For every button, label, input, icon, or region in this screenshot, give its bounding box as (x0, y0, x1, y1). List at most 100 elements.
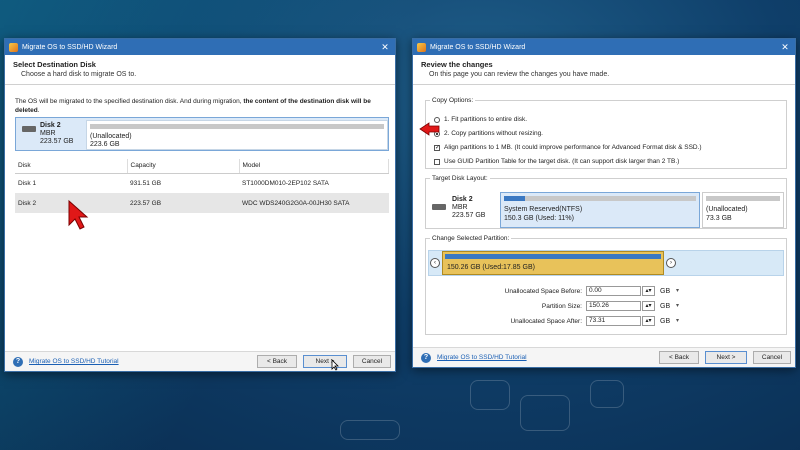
option-copy-without-resizing[interactable]: 2. Copy partitions without resizing. (434, 130, 543, 137)
target-disk-layout-group: Target Disk Layout: Disk 2 MBR 223.57 GB… (425, 175, 787, 229)
option-align-1mb[interactable]: ✓ Align partitions to 1 MB. (It could im… (434, 144, 702, 151)
partition-size: 73.3 GB (706, 215, 732, 222)
checkbox-align-1mb[interactable]: ✓ (434, 144, 440, 151)
left-wizard-window: Migrate OS to SSD/HD Wizard ✕ Select Des… (4, 38, 396, 372)
partition-label: System Reserved(NTFS) (504, 206, 583, 213)
wizard-footer: ? Migrate OS to SSD/HD Tutorial < Back N… (5, 351, 395, 371)
cell-disk: Disk 1 (18, 179, 37, 187)
change-partition-legend: Change Selected Partition: (432, 235, 510, 242)
option-label: 1. Fit partitions to entire disk. (444, 116, 528, 123)
column-header-disk[interactable]: Disk (15, 159, 128, 174)
partition-label: 150.26 GB (Used:17.85 GB) (447, 264, 535, 271)
close-icon[interactable]: ✕ (775, 39, 795, 55)
page-subtitle: Choose a hard disk to migrate OS to. (21, 71, 137, 78)
wizard-header: Select Destination Disk Choose a hard di… (5, 55, 395, 85)
partition-system-reserved[interactable]: System Reserved(NTFS) 150.3 GB (Used: 11… (500, 192, 700, 228)
partition-size: 150.3 GB (Used: 11%) (504, 215, 574, 222)
partition-usage-bar (445, 254, 661, 259)
stepper-partition-size[interactable]: ▴▾ (642, 301, 655, 311)
disk-size: 223.57 GB (40, 138, 74, 145)
partition-bar (706, 196, 780, 201)
right-wizard-window: Migrate OS to SSD/HD Wizard ✕ Review the… (412, 38, 796, 368)
unit-label: GB (660, 303, 671, 310)
label-space-after: Unallocated Space After: (510, 318, 582, 325)
page-subtitle: On this page you can review the changes … (429, 71, 610, 78)
hard-disk-icon (22, 126, 36, 132)
input-space-before[interactable]: 0.00 (586, 286, 641, 296)
partition-label: (Unallocated) (90, 133, 132, 140)
option-label: Align partitions to 1 MB. (It could impr… (444, 144, 702, 151)
help-icon[interactable]: ? (421, 353, 431, 363)
cell-capacity: 223.57 GB (127, 193, 239, 213)
window-title: Migrate OS to SSD/HD Wizard (22, 43, 118, 51)
background-decoration (590, 380, 624, 408)
disk-name: Disk 2 (452, 196, 473, 203)
page-title: Review the changes (421, 60, 493, 69)
hard-disk-icon (432, 204, 446, 210)
move-left-icon[interactable]: ‹ (430, 258, 440, 268)
next-button[interactable]: Next > (705, 351, 747, 364)
partition-label: (Unallocated) (706, 206, 748, 213)
checkbox-use-gpt[interactable] (434, 158, 440, 165)
back-button[interactable]: < Back (659, 351, 699, 364)
table-row[interactable]: Disk 1 931.51 GB ST1000DM010-2EP102 SATA (15, 173, 389, 193)
column-header-model[interactable]: Model (239, 159, 389, 174)
label-partition-size: Partition Size: (541, 303, 582, 310)
input-space-after[interactable]: 73.31 (586, 316, 641, 326)
left-window-titlebar[interactable]: Migrate OS to SSD/HD Wizard ✕ (5, 39, 395, 55)
option-use-gpt[interactable]: Use GUID Partition Table for the target … (434, 158, 679, 165)
option-label: Use GUID Partition Table for the target … (444, 158, 680, 165)
tutorial-link[interactable]: Migrate OS to SSD/HD Tutorial (29, 358, 119, 365)
unit-label: GB (660, 318, 671, 325)
chevron-down-icon[interactable]: ▾ (676, 317, 679, 324)
red-arrow-pointer-icon (419, 122, 440, 136)
disk-name: Disk 2 (40, 122, 61, 129)
cancel-button[interactable]: Cancel (353, 355, 391, 368)
window-title: Migrate OS to SSD/HD Wizard (430, 43, 526, 51)
right-window-titlebar[interactable]: Migrate OS to SSD/HD Wizard ✕ (413, 39, 795, 55)
option-label: 2. Copy partitions without resizing. (444, 130, 543, 137)
close-icon[interactable]: ✕ (375, 39, 395, 55)
app-icon (417, 42, 426, 52)
wizard-header: Review the changes On this page you can … (413, 55, 795, 85)
partition-unallocated[interactable]: (Unallocated) 73.3 GB (702, 192, 784, 228)
disk-size: 223.57 GB (452, 212, 486, 219)
stepper-space-after[interactable]: ▴▾ (642, 316, 655, 326)
selected-disk-card[interactable]: Disk 2 MBR 223.57 GB (Unallocated) 223.6… (15, 117, 389, 151)
partition-bar (90, 124, 384, 129)
target-layout-legend: Target Disk Layout: (432, 175, 488, 182)
background-decoration (470, 380, 510, 410)
copy-options-legend: Copy Options: (432, 97, 474, 104)
help-icon[interactable]: ? (13, 357, 23, 367)
selected-partition-block[interactable]: 150.26 GB (Used:17.85 GB) (442, 251, 664, 275)
migration-warning-note: The OS will be migrated to the specified… (15, 97, 387, 115)
background-decoration (520, 395, 570, 431)
copy-options-group: Copy Options: 1. Fit partitions to entir… (425, 97, 787, 169)
note-text: The OS will be migrated to the specified… (15, 98, 244, 105)
cell-model: ST1000DM010-2EP102 SATA (242, 179, 329, 187)
partition-size: 223.6 GB (90, 141, 120, 148)
wizard-footer: ? Migrate OS to SSD/HD Tutorial < Back N… (413, 347, 795, 367)
red-pointer-icon (68, 199, 89, 230)
page-title: Select Destination Disk (13, 60, 96, 69)
chevron-down-icon[interactable]: ▾ (676, 287, 679, 294)
chevron-down-icon[interactable]: ▾ (676, 302, 679, 309)
cancel-button[interactable]: Cancel (753, 351, 791, 364)
disk-partition-block[interactable]: (Unallocated) 223.6 GB (86, 120, 388, 150)
mouse-cursor-icon (331, 359, 339, 371)
column-header-capacity[interactable]: Capacity (127, 159, 240, 174)
move-right-icon[interactable]: › (666, 258, 676, 268)
back-button[interactable]: < Back (257, 355, 297, 368)
stepper-space-before[interactable]: ▴▾ (642, 286, 655, 296)
partition-used-fill (504, 196, 526, 201)
option-fit-partitions[interactable]: 1. Fit partitions to entire disk. (434, 116, 527, 123)
tutorial-link[interactable]: Migrate OS to SSD/HD Tutorial (437, 354, 527, 361)
cell-model: WDC WDS240G2G0A-00JH30 SATA (239, 193, 389, 213)
note-end: . (37, 107, 40, 114)
table-header-row: Disk Capacity Model (15, 159, 389, 174)
disk-type: MBR (40, 130, 56, 137)
partition-usage-bar (504, 196, 696, 201)
input-partition-size[interactable]: 150.26 (586, 301, 641, 311)
next-button[interactable]: Next > (303, 355, 347, 368)
label-space-before: Unallocated Space Before: (504, 288, 582, 295)
